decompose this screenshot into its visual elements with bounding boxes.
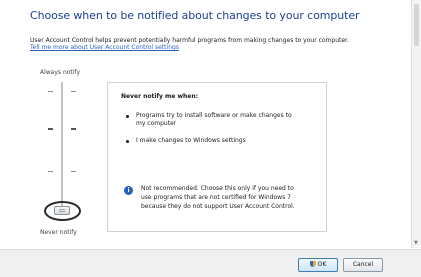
dialog-footer: OK Cancel	[0, 249, 421, 277]
scroll-down-arrow-icon[interactable]: ▼	[414, 240, 418, 246]
warning-text: Not recommended. Choose this only if you…	[141, 184, 295, 211]
uac-shield-icon	[309, 261, 316, 267]
slider-tick	[48, 91, 53, 92]
ok-label: OK	[317, 261, 327, 268]
bullet-icon	[126, 140, 129, 143]
page-title: Choose when to be notified about changes…	[30, 9, 360, 22]
info-icon: i	[124, 186, 133, 195]
slider-tick	[71, 91, 76, 92]
level-description-panel: Never notify me when: Programs try to in…	[107, 82, 327, 232]
scrollbar-thumb[interactable]	[414, 4, 419, 46]
cancel-button[interactable]: Cancel	[343, 258, 383, 272]
ok-button[interactable]: OK	[298, 258, 338, 272]
bullet-icon	[126, 115, 129, 118]
slider-bottom-label: Never notify	[40, 229, 77, 236]
warning-line: Not recommended. Choose this only if you…	[141, 185, 294, 192]
slider-tick	[48, 128, 53, 130]
slider-thumb-grip	[59, 209, 65, 212]
warning-line: because they do not support User Account…	[141, 203, 295, 210]
vertical-scrollbar[interactable]: ▼	[411, 0, 421, 248]
slider-top-label: Always notify	[40, 69, 80, 76]
slider-tick	[48, 171, 53, 172]
bullet-text: I make changes to Windows settings	[136, 137, 246, 144]
slider-tick	[71, 128, 76, 130]
panel-heading: Never notify me when:	[121, 93, 199, 100]
slider-track[interactable]	[61, 82, 63, 206]
slider-tick	[71, 171, 76, 172]
learn-more-link[interactable]: Tell me more about User Account Control …	[30, 44, 179, 51]
warning-line: use programs that are not certified for …	[141, 194, 291, 201]
bullet-text: my computer	[136, 120, 177, 127]
uac-description: User Account Control helps prevent poten…	[30, 37, 349, 44]
